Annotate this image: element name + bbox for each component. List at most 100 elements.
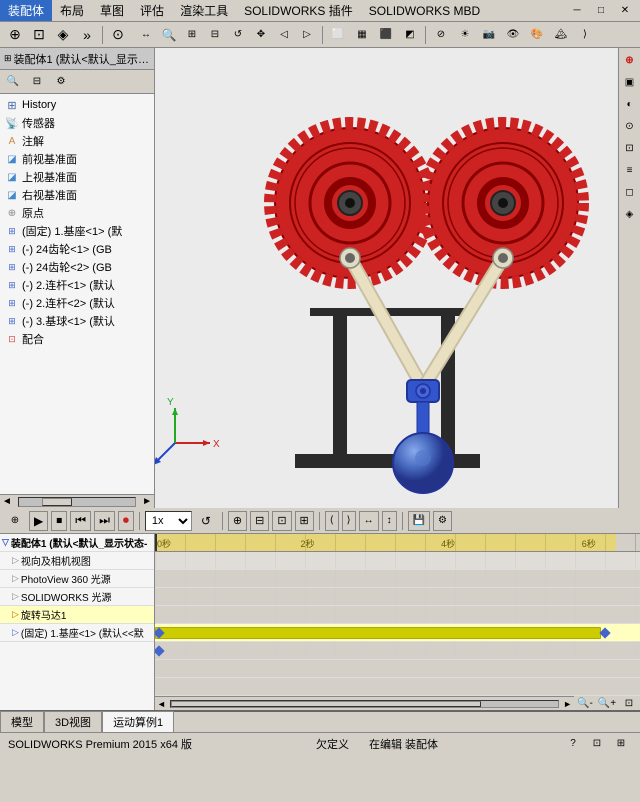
rt-btn-3[interactable]: ◐ — [620, 94, 640, 114]
tb-rotate[interactable]: ↺ — [227, 25, 249, 45]
tree-item-top[interactable]: ◪ 上视基准面 — [2, 168, 152, 186]
tb-view-1[interactable]: ⊙ — [107, 25, 129, 45]
status-btn-1[interactable]: ? — [562, 734, 584, 754]
scroll-track[interactable] — [18, 497, 136, 507]
restore-btn[interactable]: □ — [590, 1, 612, 21]
anim-tree-base[interactable]: ▷ (固定) 1.基座<1> (默认<<默 — [0, 624, 154, 642]
viewport[interactable]: X Y Z — [155, 48, 618, 508]
rt-btn-7[interactable]: ◻ — [620, 182, 640, 202]
rt-btn-2[interactable]: ▣ — [620, 72, 640, 92]
timeline-selection[interactable] — [155, 534, 616, 551]
tree-item-link2[interactable]: ⊞ (-) 2.连杆<2> (默认 — [2, 294, 152, 312]
track-motor[interactable] — [155, 624, 640, 642]
menu-sketch[interactable]: 草图 — [92, 0, 132, 21]
menu-sw-plugins[interactable]: SOLIDWORKS 插件 — [236, 0, 361, 21]
tl-scroll-thumb[interactable] — [171, 701, 481, 707]
tree-item-history[interactable]: ⊞ History — [2, 96, 152, 114]
tree-item-gear2[interactable]: ⊞ (-) 24齿轮<2> (GB — [2, 258, 152, 276]
lp-collapse[interactable]: ⊟ — [26, 72, 48, 92]
status-btn-expand[interactable]: ⊞ — [610, 734, 632, 754]
menu-layout[interactable]: 布局 — [52, 0, 92, 21]
rt-btn-6[interactable]: ≡ — [620, 160, 640, 180]
scroll-right-btn[interactable]: ► — [140, 496, 154, 507]
tb-icon-3[interactable]: ◈ — [52, 25, 74, 45]
close-btn[interactable]: ✕ — [614, 1, 636, 21]
tb-disp-2[interactable]: ▦ — [351, 25, 373, 45]
tree-item-annotation[interactable]: A 注解 — [2, 132, 152, 150]
anim-tree-swlight[interactable]: ▷ SOLIDWORKS 光源 — [0, 588, 154, 606]
anim-loop[interactable]: ↺ — [195, 511, 217, 531]
tl-scroll-track[interactable] — [170, 700, 559, 708]
tree-item-base[interactable]: ⊞ (固定) 1.基座<1> (默 — [2, 222, 152, 240]
tab-motion[interactable]: 运动算例1 — [102, 711, 174, 732]
scroll-left-btn[interactable]: ◄ — [0, 496, 14, 507]
rt-btn-4[interactable]: ⊙ — [620, 116, 640, 136]
tb-light[interactable]: ☀ — [454, 25, 476, 45]
anim-key2[interactable]: ⊟ — [250, 511, 269, 531]
tb-icon-1[interactable]: ⊕ — [4, 25, 26, 45]
anim-prop1[interactable]: ⟨ — [325, 511, 339, 531]
tb-hide[interactable]: 👁 — [502, 25, 524, 45]
menu-assembly[interactable]: 装配体 — [0, 0, 52, 21]
left-panel-hscroll[interactable]: ◄ ► — [0, 494, 154, 508]
anim-speed-select[interactable]: 1x 2x 0.5x — [145, 511, 192, 531]
minimize-btn[interactable]: ─ — [566, 1, 588, 21]
anim-filter[interactable]: ⊕ — [4, 511, 26, 531]
tl-scroll-right[interactable]: ► — [561, 699, 574, 709]
tb-more1[interactable]: ⟩ — [574, 25, 596, 45]
tb-pan[interactable]: ✥ — [250, 25, 272, 45]
tree-item-gear1[interactable]: ⊞ (-) 24齿轮<1> (GB — [2, 240, 152, 258]
tb-prev-view[interactable]: ◁ — [273, 25, 295, 45]
anim-save[interactable]: 💾 — [408, 511, 430, 531]
anim-key1[interactable]: ⊕ — [228, 511, 247, 531]
tb-view-orient[interactable]: ↔ — [135, 25, 157, 45]
menu-render[interactable]: 渲染工具 — [172, 0, 236, 21]
anim-settings[interactable]: ⚙ — [433, 511, 452, 531]
rt-btn-8[interactable]: ◈ — [620, 204, 640, 224]
anim-tree-camera[interactable]: ▷ 视向及相机视图 — [0, 552, 154, 570]
tab-model[interactable]: 模型 — [0, 711, 44, 732]
tb-scene[interactable]: 🏔 — [550, 25, 572, 45]
rt-btn-1[interactable]: ⊕ — [620, 50, 640, 70]
tb-disp-1[interactable]: ⬜ — [327, 25, 349, 45]
tb-next-view[interactable]: ▷ — [296, 25, 318, 45]
anim-prop4[interactable]: ↕ — [382, 511, 397, 531]
anim-tree-photoview[interactable]: ▷ PhotoView 360 光源 — [0, 570, 154, 588]
anim-key3[interactable]: ⊡ — [272, 511, 291, 531]
anim-tree-root[interactable]: ▽ 装配体1 (默认<默认_显示状态- — [0, 534, 154, 552]
anim-tree-motor[interactable]: ▷ 旋转马达1 — [0, 606, 154, 624]
status-btn-2[interactable]: ⊡ — [586, 734, 608, 754]
anim-end[interactable]: ⏭ — [94, 511, 115, 531]
tree-item-front[interactable]: ◪ 前视基准面 — [2, 150, 152, 168]
tb-section[interactable]: ⊘ — [430, 25, 452, 45]
tb-icon-2[interactable]: ⊡ — [28, 25, 50, 45]
tl-scroll-left[interactable]: ◄ — [155, 699, 168, 709]
lp-settings[interactable]: ⚙ — [50, 72, 72, 92]
tree-item-link1[interactable]: ⊞ (-) 2.连杆<1> (默认 — [2, 276, 152, 294]
tb-zoom-sel[interactable]: ⊟ — [204, 25, 226, 45]
tb-zoom[interactable]: 🔍 — [158, 25, 180, 45]
tree-item-sensor[interactable]: 📡 传感器 — [2, 114, 152, 132]
keyframe-end[interactable] — [600, 627, 611, 638]
anim-key4[interactable]: ⊞ — [295, 511, 314, 531]
anim-stop[interactable]: ⏹ — [51, 511, 67, 531]
menu-sw-mbd[interactable]: SOLIDWORKS MBD — [361, 2, 488, 20]
tb-zoom-all[interactable]: ⊞ — [181, 25, 203, 45]
scroll-thumb[interactable] — [42, 498, 72, 506]
anim-play[interactable]: ▶ — [29, 511, 48, 531]
rt-btn-5[interactable]: ⊡ — [620, 138, 640, 158]
menu-evaluate[interactable]: 评估 — [132, 0, 172, 21]
timeline-playhead[interactable] — [155, 534, 157, 551]
lp-search[interactable]: 🔍 — [2, 72, 24, 92]
tree-item-ball[interactable]: ⊞ (-) 3.基球<1> (默认 — [2, 312, 152, 330]
tb-disp-4[interactable]: ◩ — [399, 25, 421, 45]
tb-expand[interactable]: » — [76, 25, 98, 45]
tree-item-origin[interactable]: ⊕ 原点 — [2, 204, 152, 222]
tab-3dview[interactable]: 3D视图 — [44, 711, 102, 732]
tree-item-mate[interactable]: ⊡ 配合 — [2, 330, 152, 348]
anim-start[interactable]: ⏮ — [70, 511, 91, 531]
tb-appearance[interactable]: 🎨 — [526, 25, 548, 45]
tb-camera[interactable]: 📷 — [478, 25, 500, 45]
tree-item-right[interactable]: ◪ 右视基准面 — [2, 186, 152, 204]
anim-record[interactable]: ⏺ — [118, 511, 134, 531]
